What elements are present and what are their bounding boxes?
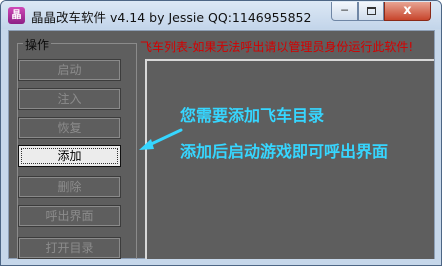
annotation-line-2: 添加后启动游戏即可呼出界面 [180, 142, 389, 161]
show-ui-button[interactable]: 呼出界面 [18, 205, 121, 227]
maximize-button[interactable] [358, 2, 384, 21]
annotation-line-1: 您需要添加飞车目录 [180, 106, 325, 125]
maximize-icon [366, 7, 376, 15]
start-button[interactable]: 启动 [18, 59, 121, 81]
add-button[interactable]: 添加 [18, 145, 121, 167]
app-logo-icon: 晶 [8, 7, 25, 24]
restore-button[interactable]: 恢复 [18, 117, 121, 139]
close-button[interactable]: x [384, 2, 431, 21]
operations-group-label: 操作 [23, 36, 52, 53]
minimize-button[interactable]: ─ [331, 2, 358, 21]
title-bar[interactable]: 晶 晶晶改车软件 v4.14 by Jessie QQ:1146955852 ─… [1, 1, 441, 29]
window-title: 晶晶改车软件 v4.14 by Jessie QQ:1146955852 [31, 10, 312, 25]
open-directory-button[interactable]: 打开目录 [18, 237, 121, 259]
client-area: 操作 启动 注入 恢复 添加 删除 呼出界面 打开目录 飞车列表-如果无法呼出请… [8, 30, 435, 259]
arrow-pointer-icon [139, 128, 183, 150]
inject-button[interactable]: 注入 [18, 88, 121, 110]
delete-button[interactable]: 删除 [18, 176, 121, 198]
vehicle-list-title: 飞车列表-如果无法呼出请以管理员身份运行此软件! [140, 40, 414, 54]
app-window: 晶 晶晶改车软件 v4.14 by Jessie QQ:1146955852 ─… [0, 0, 442, 266]
